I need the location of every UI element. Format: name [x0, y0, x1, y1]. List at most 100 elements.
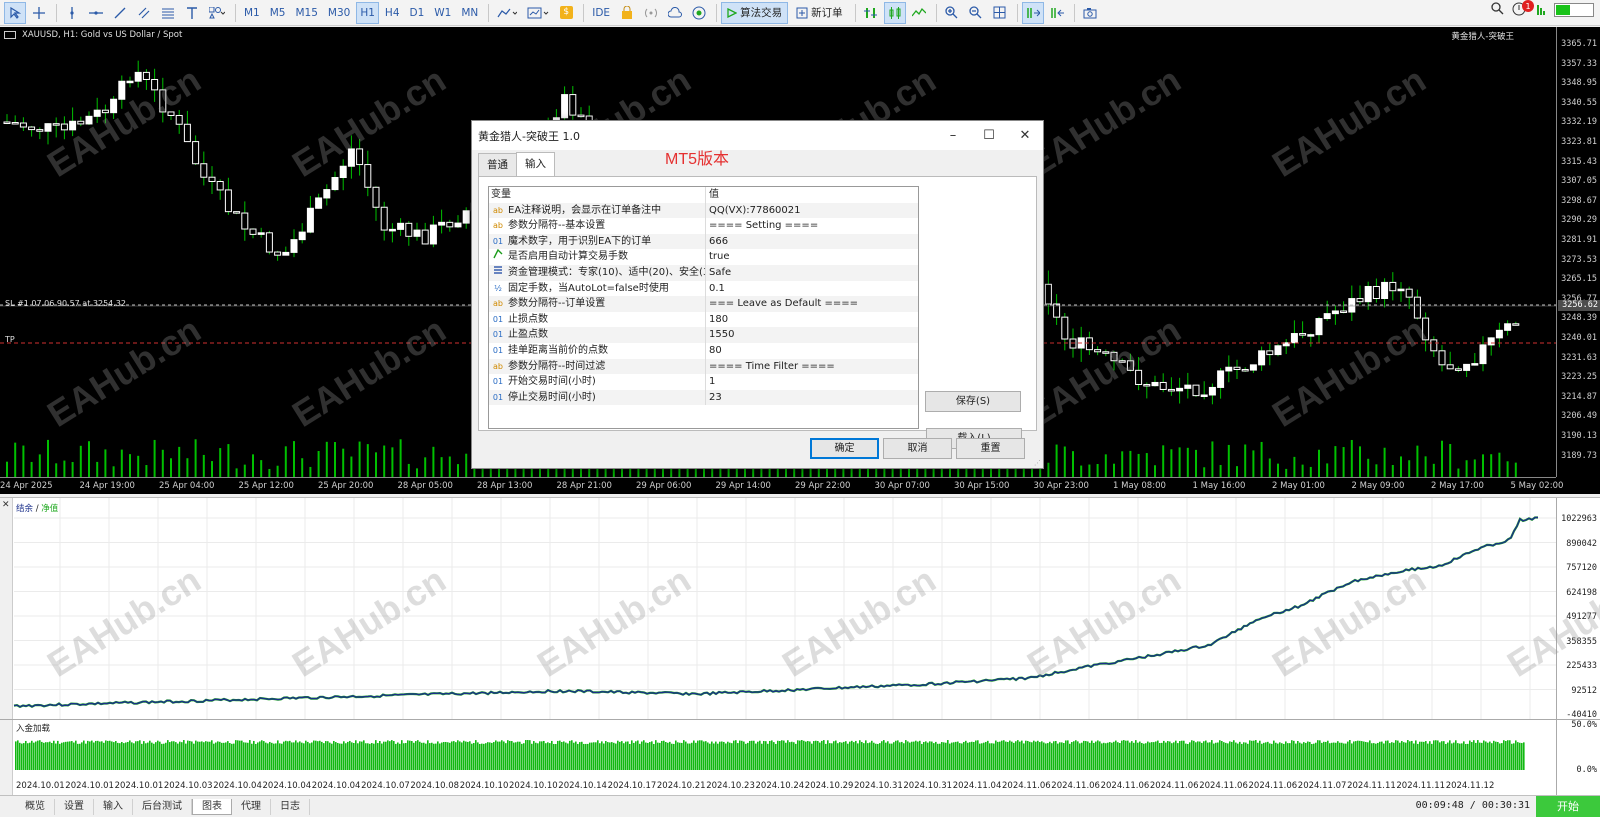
- close-icon[interactable]: ✕: [1007, 121, 1043, 150]
- tab-common[interactable]: 普通: [478, 153, 517, 177]
- vps-icon[interactable]: [688, 2, 710, 24]
- param-row[interactable]: 01 止损点数 180: [489, 311, 918, 328]
- screenshot-icon[interactable]: [1079, 2, 1101, 24]
- header-value[interactable]: 值: [706, 187, 918, 203]
- crosshair-icon[interactable]: [28, 2, 50, 24]
- channel-icon[interactable]: [133, 2, 155, 24]
- header-name[interactable]: 变量: [489, 187, 706, 203]
- param-row[interactable]: ab EA注释说明，会显示在订单备注中 QQ(VX):77860021: [489, 202, 918, 219]
- auto-scroll-icon[interactable]: [1021, 1, 1044, 24]
- tester-tab[interactable]: 设置: [55, 798, 94, 815]
- load-bar: [1497, 741, 1499, 770]
- tester-tab-list: 概览 设置 输入 后台测试 图表 代理 日志: [16, 798, 310, 815]
- maximize-icon[interactable]: ☐: [971, 121, 1007, 150]
- param-value[interactable]: 666: [706, 234, 918, 250]
- param-row[interactable]: 01 魔术数字，用于识别EA下的订单 666: [489, 233, 918, 250]
- param-row[interactable]: 资金管理模式：专家(10)、适中(20)、安全(30) Safe: [489, 264, 918, 281]
- tester-tab[interactable]: 概览: [16, 798, 55, 815]
- tester-tab[interactable]: 代理: [232, 798, 271, 815]
- depth-of-market-icon[interactable]: [860, 2, 882, 24]
- timeframe-m5[interactable]: M5: [266, 2, 290, 24]
- param-row[interactable]: ab 参数分隔符--时间过滤 ==== Time Filter ====: [489, 358, 918, 375]
- equity-chart[interactable]: ✕ 结余 / 净值 1022963 890042 757120 624198 49127…: [0, 497, 1600, 720]
- param-value[interactable]: 23: [706, 390, 918, 406]
- param-row[interactable]: ab 参数分隔符--基本设置 ==== Setting ====: [489, 218, 918, 234]
- zoom-in-icon[interactable]: [941, 2, 963, 24]
- param-value[interactable]: 180: [706, 312, 918, 328]
- deposit-load-chart[interactable]: 入金加载 50.0% 0.0% 2024.10.01 2024.10.01 2024.…: [0, 719, 1600, 796]
- start-button[interactable]: 开始: [1536, 796, 1600, 817]
- price-axis[interactable]: 3365.71 3357.33 3348.95 3340.55 3332.19 3323.…: [1556, 27, 1600, 477]
- time-tick: 25 Apr 12:00: [238, 481, 294, 491]
- reset-button[interactable]: 重置: [956, 438, 1025, 459]
- signal-icon[interactable]: [640, 2, 662, 24]
- timeframe-h4[interactable]: H4: [381, 2, 404, 24]
- param-value[interactable]: ==== Time Filter ====: [706, 359, 918, 375]
- horizontal-line-icon[interactable]: [85, 2, 107, 24]
- param-row[interactable]: ½ 固定手数，当AutoLot=false时使用 0.1: [489, 280, 918, 297]
- dollar-icon[interactable]: $: [555, 2, 577, 24]
- load-bar: [331, 743, 333, 770]
- timeframe-h1[interactable]: H1: [356, 1, 379, 24]
- cancel-button[interactable]: 取消: [883, 438, 952, 459]
- param-value[interactable]: QQ(VX):77860021: [706, 203, 918, 219]
- param-row[interactable]: 01 停止交易时间(小时) 23: [489, 389, 918, 406]
- dialog-titlebar[interactable]: 黄金猎人-突破王 1.0 – ☐ ✕: [472, 121, 1043, 150]
- param-row[interactable]: 是否启用自动计算交易手数 true: [489, 249, 918, 265]
- ok-button[interactable]: 确定: [810, 438, 879, 459]
- tester-tab[interactable]: 输入: [94, 798, 133, 815]
- fibonacci-icon[interactable]: [157, 2, 179, 24]
- tester-tab[interactable]: 后台测试: [133, 798, 192, 815]
- param-value[interactable]: 80: [706, 343, 918, 359]
- ide-button[interactable]: IDE: [588, 2, 614, 24]
- tile-windows-icon[interactable]: [989, 2, 1011, 24]
- tester-tab[interactable]: 日志: [271, 798, 310, 815]
- load-bar: [403, 743, 405, 770]
- param-row[interactable]: 01 挂单距离当前价的点数 80: [489, 342, 918, 359]
- param-value[interactable]: 0.1: [706, 281, 918, 297]
- price-tick: 3206.49: [1561, 411, 1597, 422]
- param-value[interactable]: === Leave as Default ====: [706, 296, 918, 312]
- param-value[interactable]: 1550: [706, 327, 918, 343]
- param-value[interactable]: true: [706, 249, 918, 265]
- cursor-tool-icon[interactable]: [4, 1, 26, 24]
- time-axis[interactable]: 24 Apr 2025 24 Apr 19:00 25 Apr 04:00 25 Ap…: [0, 477, 1563, 494]
- timeframe-m30[interactable]: M30: [324, 2, 354, 24]
- param-value[interactable]: 1: [706, 374, 918, 390]
- chart-shift-icon[interactable]: [1046, 2, 1068, 24]
- param-value[interactable]: Safe: [706, 265, 918, 281]
- load-bar: [667, 742, 669, 770]
- param-value[interactable]: ==== Setting ====: [706, 218, 918, 234]
- lock-bag-icon[interactable]: [616, 2, 638, 24]
- equity-plot-area[interactable]: [0, 498, 1556, 720]
- save-button[interactable]: 保存(S): [925, 391, 1021, 412]
- cloud-icon[interactable]: [664, 2, 686, 24]
- timeframe-m15[interactable]: M15: [292, 2, 322, 24]
- search-icon[interactable]: [1491, 2, 1504, 18]
- algo-trading-button[interactable]: 算法交易: [721, 1, 789, 24]
- zoom-out-icon[interactable]: [965, 2, 987, 24]
- timeframe-mn[interactable]: MN: [457, 2, 482, 24]
- chart-type-icon[interactable]: [493, 2, 521, 24]
- load-bar: [1263, 742, 1265, 770]
- tester-tab[interactable]: 图表: [192, 798, 232, 815]
- candlesticks-icon[interactable]: [883, 1, 906, 24]
- templates-icon[interactable]: [523, 2, 553, 24]
- timeframe-m1[interactable]: M1: [240, 2, 264, 24]
- notifications-icon[interactable]: 1: [1512, 0, 1534, 18]
- tab-inputs[interactable]: 输入: [516, 152, 555, 176]
- resize-grip-icon[interactable]: ⋰: [1034, 459, 1042, 467]
- timeframe-d1[interactable]: D1: [406, 2, 429, 24]
- param-row[interactable]: ab 参数分隔符--订单设置 === Leave as Default ====: [489, 296, 918, 312]
- candle-body: [1085, 337, 1093, 351]
- line-chart-icon[interactable]: [908, 2, 930, 24]
- param-row[interactable]: 01 开始交易时间(小时) 1: [489, 374, 918, 390]
- text-tool-icon[interactable]: [181, 2, 203, 24]
- trendline-icon[interactable]: [109, 2, 131, 24]
- shapes-icon[interactable]: [205, 2, 229, 24]
- param-row[interactable]: 01 止盈点数 1550: [489, 327, 918, 343]
- new-order-button[interactable]: 新订单: [790, 2, 849, 24]
- minimize-icon[interactable]: –: [935, 121, 971, 150]
- timeframe-w1[interactable]: W1: [430, 2, 455, 24]
- vertical-line-icon[interactable]: [61, 2, 83, 24]
